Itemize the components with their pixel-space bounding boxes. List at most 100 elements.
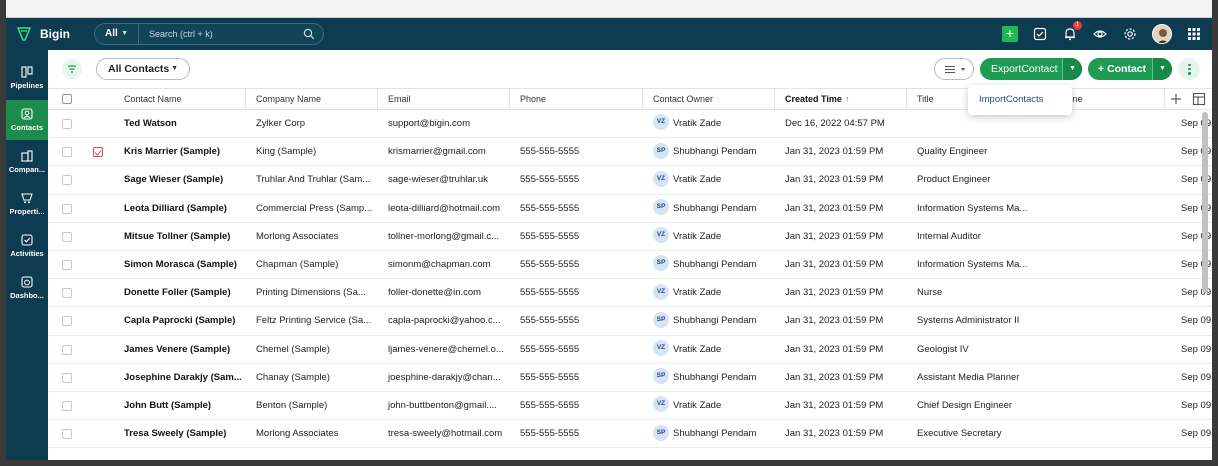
cell-contact-owner: VZ Vratik Zade (643, 166, 775, 194)
row-checkbox[interactable] (62, 316, 72, 327)
cell-contact-name[interactable]: Donette Foller (Sample) (114, 279, 246, 307)
cell-company-name: Morlong Associates (256, 230, 339, 242)
table-row[interactable]: Mitsue Tollner (Sample) Morlong Associate… (48, 223, 1212, 251)
row-checkbox[interactable] (62, 231, 72, 242)
settings-button[interactable] (1122, 26, 1138, 42)
table-row[interactable]: Tresa Sweely (Sample) Morlong Associates t… (48, 420, 1212, 449)
row-checkbox[interactable] (62, 260, 72, 270)
import-contacts-menu-item[interactable]: ImportContacts (968, 85, 1072, 115)
column-header-contact-name[interactable]: Contact Name (114, 89, 246, 109)
search-icon[interactable] (303, 28, 315, 40)
cell-contact-name[interactable]: Leota Dilliard (Sample) (114, 195, 246, 223)
owner-avatar: VZ (653, 396, 669, 413)
table-row[interactable]: James Venere (Sample) Chemel (Sample) ljam… (48, 336, 1212, 364)
export-contact-button[interactable]: ExportContact ▼ (980, 58, 1082, 80)
activity-button[interactable] (1092, 26, 1108, 42)
owner-name: Vratik Zade (673, 118, 722, 129)
sidebar-item-pipelines[interactable]: Pipelines (6, 58, 48, 98)
owner-avatar: SP (653, 142, 669, 159)
sidebar-item-activities[interactable]: Activities (6, 226, 48, 266)
cell-contact-name[interactable]: Mitsue Tollner (Sample) (114, 223, 246, 251)
add-contact-button[interactable]: + Contact ▼ (1088, 58, 1172, 80)
global-search[interactable]: All ▼ Search (ctrl + k) (94, 23, 324, 45)
cell-overflow-column: Sep 09 (1181, 371, 1212, 383)
cell-created-time: Jan 31, 2023 01:59 PM (785, 259, 884, 270)
cell-company-name: Commercial Press (Samp... (256, 202, 373, 214)
table-row[interactable]: Josephine Darakjy (Sam... Chanay (Sample)… (48, 364, 1212, 392)
filter-button[interactable] (62, 59, 82, 79)
cell-contact-name[interactable]: Tresa Sweely (Sample) (114, 420, 246, 448)
quick-create-button[interactable]: + (1002, 26, 1018, 42)
cell-title: Internal Auditor (917, 230, 981, 242)
column-header-contact-owner[interactable]: Contact Owner (643, 89, 775, 109)
more-options-button[interactable] (1178, 58, 1200, 80)
cell-contact-name[interactable]: Sage Wieser (Sample) (114, 166, 246, 194)
table-row[interactable]: John Butt (Sample) Benton (Sample) john-bu… (48, 392, 1212, 421)
notifications-button[interactable]: 1 (1062, 21, 1082, 42)
tasks-button[interactable] (1032, 26, 1048, 42)
search-scope-select[interactable]: All ▼ (95, 24, 139, 44)
contacts-icon (21, 108, 33, 120)
row-checkbox[interactable] (62, 429, 72, 440)
cell-title: Chief Design Engineer (917, 400, 1013, 411)
column-settings-button[interactable] (1192, 92, 1206, 106)
view-selector[interactable]: All Contacts ▼ (96, 58, 190, 80)
table-row[interactable]: Kris Marrier (Sample) King (Sample) krisma… (48, 138, 1212, 167)
cell-contact-owner: VZ Vratik Zade (643, 110, 775, 138)
table-row[interactable]: Simon Morasca (Sample) Chapman (Sample) si… (48, 251, 1212, 280)
kebab-dot-icon (1188, 72, 1191, 75)
cell-contact-name[interactable]: Josephine Darakjy (Sam... (114, 364, 246, 392)
cell-phone: 555-555-5555 (520, 343, 580, 355)
table-row[interactable]: Donette Foller (Sample) Printing Dimensio… (48, 279, 1212, 308)
add-column-button[interactable] (1168, 91, 1184, 107)
table-row[interactable]: Leota Dilliard (Sample) Commercial Press … (48, 195, 1212, 223)
cell-contact-name[interactable]: Simon Morasca (Sample) (114, 251, 246, 279)
row-checkbox[interactable] (62, 372, 72, 383)
cell-created-time: Jan 31, 2023 01:59 PM (785, 202, 884, 214)
sidebar-item-companies[interactable]: Compan... (6, 142, 48, 182)
column-header-email[interactable]: Email (378, 89, 510, 109)
cell-email: tresa-sweely@hotmail.com (388, 428, 503, 440)
plus-icon: + (1002, 26, 1018, 42)
cell-contact-name[interactable]: Kris Marrier (Sample) (114, 138, 246, 166)
sidebar-item-properties[interactable]: Properti... (6, 184, 48, 224)
cell-title: Product Engineer (917, 174, 991, 186)
column-header-company-name[interactable]: Company Name (246, 89, 378, 109)
sidebar-item-dashboards[interactable]: Dashbo... (6, 268, 48, 308)
apps-grid-button[interactable] (1186, 26, 1202, 42)
cell-overflow-column: Sep 09 (1181, 400, 1212, 411)
list-view-toggle[interactable] (934, 58, 974, 80)
bigin-logo-icon[interactable] (16, 26, 32, 42)
user-avatar[interactable] (1152, 24, 1172, 44)
owner-name: Vratik Zade (673, 230, 722, 242)
cell-email: leota-dilliard@hotmail.com (388, 202, 501, 214)
row-checkbox[interactable] (62, 203, 72, 214)
table-scrollbar[interactable] (1202, 112, 1208, 292)
row-checkbox[interactable] (62, 344, 72, 355)
row-checkbox[interactable] (62, 288, 72, 299)
table-row[interactable]: Capla Paprocki (Sample) Feltz Printing Se… (48, 307, 1212, 336)
row-checkbox[interactable] (62, 175, 72, 186)
owner-avatar: VZ (653, 340, 669, 357)
cell-contact-name[interactable]: James Venere (Sample) (114, 336, 246, 364)
cell-title: Nurse (917, 287, 943, 299)
select-all-checkbox[interactable] (62, 94, 72, 104)
cell-contact-name[interactable]: Ted Watson (114, 110, 246, 138)
column-header-phone[interactable]: Phone (510, 89, 643, 109)
owner-avatar: SP (653, 199, 669, 216)
export-dropdown-toggle[interactable]: ▼ (1062, 58, 1082, 80)
bigin-app: Bigin All ▼ Search (ctrl + k) + 1 Pipeli… (6, 18, 1212, 460)
cell-contact-name[interactable]: Capla Paprocki (Sample) (114, 307, 246, 335)
sidebar-item-contacts[interactable]: Contacts (6, 100, 48, 140)
row-checkbox[interactable] (62, 147, 72, 158)
row-checkbox[interactable] (62, 401, 72, 411)
table-row[interactable]: Sage Wieser (Sample) Truhlar And Truhlar … (48, 166, 1212, 195)
search-input[interactable]: Search (ctrl + k) (149, 24, 213, 44)
cell-contact-name[interactable]: John Butt (Sample) (114, 392, 246, 420)
row-checkbox[interactable] (62, 119, 72, 129)
owner-avatar: SP (653, 255, 669, 272)
created-time-label: Created Time (785, 94, 842, 104)
add-contact-dropdown-toggle[interactable]: ▼ (1152, 58, 1172, 80)
task-check-icon[interactable] (93, 147, 103, 158)
column-header-created-time[interactable]: Created Time ↑ (775, 89, 907, 109)
